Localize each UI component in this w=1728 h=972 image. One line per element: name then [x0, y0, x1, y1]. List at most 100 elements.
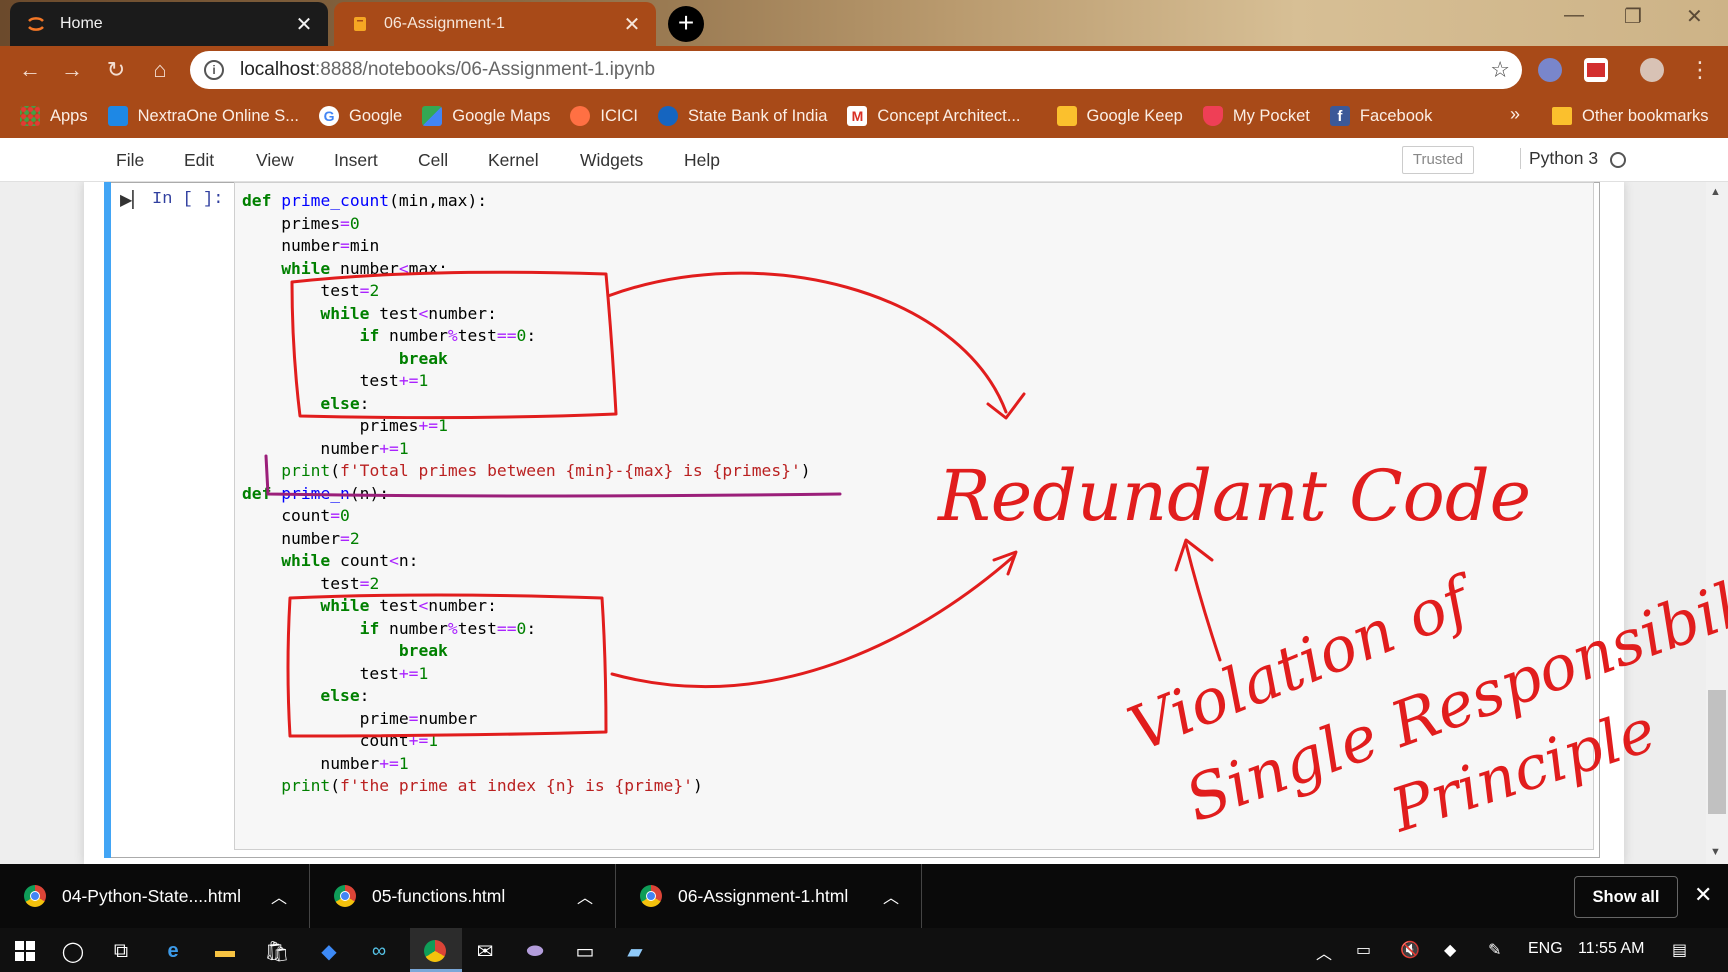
code-line[interactable]: count+=1 — [242, 730, 811, 753]
dropbox-icon[interactable]: ◆ — [314, 936, 344, 966]
code-line[interactable]: primes+=1 — [242, 415, 811, 438]
code-line[interactable]: test+=1 — [242, 663, 811, 686]
scroll-up-icon[interactable]: ▲ — [1710, 186, 1721, 198]
code-line[interactable]: test+=1 — [242, 370, 811, 393]
menu-view[interactable]: View — [256, 150, 294, 171]
show-hidden-icons-chevron-icon[interactable]: ︿ — [1316, 940, 1332, 964]
show-all-downloads-button[interactable]: Show all — [1574, 876, 1678, 918]
scroll-down-icon[interactable]: ▼ — [1710, 846, 1721, 858]
code-line[interactable]: if number%test==0: — [242, 325, 811, 348]
download-item[interactable]: 05-functions.html ︿ — [310, 864, 616, 928]
bookmark-facebook[interactable]: f Facebook — [1329, 106, 1432, 126]
code-line[interactable]: number=min — [242, 235, 811, 258]
home-icon[interactable]: ⌂ — [146, 56, 174, 84]
notes-app-icon[interactable]: ▰ — [620, 936, 650, 966]
trusted-badge[interactable]: Trusted — [1402, 146, 1474, 174]
close-tab-icon[interactable]: ✕ — [622, 12, 642, 37]
extension-icon[interactable] — [1584, 58, 1608, 82]
windows-start-icon[interactable] — [10, 936, 40, 966]
menu-help[interactable]: Help — [684, 150, 720, 171]
menu-edit[interactable]: Edit — [184, 150, 214, 171]
code-line[interactable]: number=2 — [242, 528, 811, 551]
minimize-icon[interactable]: — — [1564, 4, 1584, 27]
other-bookmarks[interactable]: Other bookmarks — [1552, 94, 1709, 138]
code-line[interactable]: if number%test==0: — [242, 618, 811, 641]
language-indicator[interactable]: ENG — [1528, 940, 1563, 958]
code-line[interactable]: while test<number: — [242, 595, 811, 618]
code-line[interactable]: number+=1 — [242, 753, 811, 776]
back-arrow-icon[interactable]: ← — [16, 56, 44, 84]
battery-icon[interactable]: ▭ — [1356, 940, 1371, 960]
scrollbar-thumb[interactable] — [1708, 690, 1726, 814]
chrome-taskbar-icon[interactable] — [420, 936, 450, 966]
app-icon[interactable]: ⬬ — [520, 936, 550, 966]
code-line[interactable]: test=2 — [242, 280, 811, 303]
bookmark-sbi[interactable]: State Bank of India — [657, 106, 827, 126]
bookmark-nextraone[interactable]: NextraOne Online S... — [107, 106, 299, 126]
info-icon[interactable]: i — [204, 60, 224, 80]
clock[interactable]: 11:55 AM — [1578, 940, 1644, 958]
run-cell-icon[interactable]: ▶▏ — [120, 190, 145, 210]
cortana-search-icon[interactable]: ◯ — [58, 936, 88, 966]
forward-arrow-icon[interactable]: → — [58, 56, 86, 84]
code-line[interactable]: prime=number — [242, 708, 811, 731]
tab-home[interactable]: Home ✕ — [10, 2, 328, 46]
chevron-up-icon[interactable]: ︿ — [883, 884, 899, 908]
reload-icon[interactable]: ↻ — [102, 56, 130, 84]
infinity-app-icon[interactable]: ∞ — [364, 936, 394, 966]
profile-avatar[interactable] — [1640, 58, 1664, 82]
bookmark-icici[interactable]: ICICI — [570, 106, 638, 126]
code-line[interactable]: print(f'Total primes between {min}-{max}… — [242, 460, 810, 483]
task-view-icon[interactable]: ⧉ — [106, 936, 136, 966]
menu-file[interactable]: File — [116, 150, 144, 171]
notifications-icon[interactable]: ▤ — [1672, 940, 1687, 960]
bookmark-google-keep[interactable]: Google Keep — [1056, 106, 1183, 126]
code-line[interactable]: def prime_count(min,max): — [242, 190, 811, 213]
menu-widgets[interactable]: Widgets — [580, 150, 643, 171]
code-line[interactable]: break — [242, 640, 811, 663]
more-bookmarks-chevron-icon[interactable]: » — [1510, 104, 1520, 125]
chevron-up-icon[interactable]: ︿ — [577, 884, 593, 908]
code-line[interactable]: break — [242, 348, 811, 371]
chevron-up-icon[interactable]: ︿ — [271, 884, 287, 908]
download-item[interactable]: 06-Assignment-1.html ︿ — [616, 864, 922, 928]
code-line[interactable]: while number<max: — [242, 258, 811, 281]
code-line[interactable]: def prime_n(n): — [242, 483, 811, 506]
extension-icon[interactable] — [1538, 58, 1562, 82]
close-shelf-icon[interactable]: ✕ — [1694, 882, 1712, 908]
dropbox-tray-icon[interactable]: ◆ — [1444, 940, 1456, 960]
address-bar[interactable]: i localhost :8888/notebooks/06-Assignmen… — [190, 51, 1522, 89]
menu-insert[interactable]: Insert — [334, 150, 378, 171]
code-line[interactable]: test=2 — [242, 573, 811, 596]
store-icon[interactable]: 🛍 — [262, 936, 292, 966]
restore-icon[interactable]: ❐ — [1624, 4, 1642, 29]
menu-kernel[interactable]: Kernel — [488, 150, 539, 171]
download-item[interactable]: 04-Python-State....html ︿ — [0, 864, 310, 928]
menu-cell[interactable]: Cell — [418, 150, 448, 171]
bookmark-star-icon[interactable]: ☆ — [1490, 57, 1510, 83]
mail-icon[interactable]: ✉ — [470, 936, 500, 966]
kernel-name[interactable]: Python 3 — [1520, 148, 1598, 169]
bookmark-google-maps[interactable]: Google Maps — [422, 106, 550, 126]
bookmark-concept-architect[interactable]: M Concept Architect... — [847, 106, 1021, 126]
edge-browser-icon[interactable]: e — [158, 936, 188, 966]
code-line[interactable]: while test<number: — [242, 303, 811, 326]
code-editor[interactable]: def prime_count(min,max): primes=0 numbe… — [242, 190, 811, 798]
bookmark-google[interactable]: G Google — [319, 106, 402, 126]
code-line[interactable]: else: — [242, 393, 811, 416]
bookmark-my-pocket[interactable]: My Pocket — [1202, 106, 1310, 126]
new-tab-button[interactable]: + — [668, 6, 704, 42]
pen-icon[interactable]: ✎ — [1488, 940, 1501, 960]
bookmark-apps[interactable]: Apps — [20, 106, 88, 126]
code-line[interactable]: else: — [242, 685, 811, 708]
close-window-icon[interactable]: ✕ — [1686, 4, 1703, 29]
close-tab-icon[interactable]: ✕ — [294, 12, 314, 37]
code-line[interactable]: count=0 — [242, 505, 811, 528]
code-line[interactable]: number+=1 — [242, 438, 811, 461]
tab-06-assignment[interactable]: 06-Assignment-1 ✕ — [334, 2, 656, 46]
code-line[interactable]: print(f'the prime at index {n} is {prime… — [242, 775, 811, 798]
code-line[interactable]: primes=0 — [242, 213, 811, 236]
file-explorer-icon[interactable]: ▬ — [210, 936, 240, 966]
terminal-icon[interactable]: ▭ — [570, 936, 600, 966]
chrome-menu-icon[interactable]: ⋮ — [1686, 56, 1714, 84]
